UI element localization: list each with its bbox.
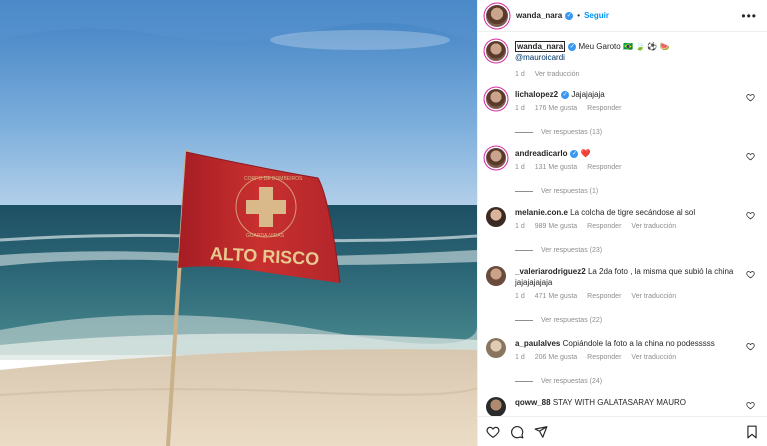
commenter-avatar[interactable] [486, 148, 506, 168]
translate-button[interactable]: Ver traducción [631, 291, 676, 302]
commenter-username[interactable]: melanie.con.e [515, 208, 568, 217]
comment-text: ❤️ [580, 149, 591, 158]
verified-icon: ✓ [568, 42, 577, 51]
comment-item: lichalopez2 ✓ Jajajajaja 1 d 176 Me gusta R… [486, 89, 759, 138]
view-replies-button[interactable]: Ver respuestas (1) [515, 186, 759, 197]
verified-icon: ✓ [561, 90, 570, 99]
author-username[interactable]: wanda_nara [516, 11, 562, 20]
view-replies-label: Ver respuestas (22) [541, 317, 603, 324]
flag-arc-bottom: GUARDA-VIDAS [246, 233, 285, 239]
beach-flag-image: CORPO DE BOMBEIROS GUARDA-VIDAS ALTO RIS… [0, 0, 477, 446]
comment-text: La colcha de tigre secándose al sol [570, 208, 696, 217]
comment-text: STAY WITH GALATASARAY MAURO [552, 398, 687, 407]
caption-translate[interactable]: Ver traducción [535, 69, 580, 80]
commenter-username[interactable]: lichalopez2 [515, 90, 558, 99]
caption-username[interactable]: wanda_nara [515, 41, 566, 52]
commenter-username[interactable]: qoww_88 [515, 398, 551, 407]
commenter-avatar[interactable] [486, 397, 506, 416]
comment-time: 1 d [515, 354, 525, 361]
commenter-username[interactable]: andreadicarlo [515, 149, 567, 158]
view-replies-label: Ver respuestas (24) [541, 378, 603, 385]
comment-item: qoww_88 STAY WITH GALATASARAY MAURO [486, 397, 759, 416]
comments-scroll[interactable]: wanda_nara ✓ Meu Garoto 🇧🇷 🍃 ⚽ 🍉 @mauroic… [478, 33, 767, 416]
like-comment-icon[interactable] [746, 93, 755, 102]
view-replies-button[interactable]: Ver respuestas (23) [515, 245, 759, 256]
comment-time: 1 d [515, 223, 525, 230]
comment-likes[interactable]: 989 Me gusta [535, 221, 577, 232]
caption-time: 1 d [515, 71, 525, 78]
commenter-avatar[interactable] [486, 266, 506, 286]
post-sidebar: wanda_nara ✓ • Seguir ••• wanda_nara ✓ Me… [477, 0, 767, 446]
reply-button[interactable]: Responder [587, 162, 621, 173]
comment-icon[interactable] [510, 425, 524, 439]
comment-likes[interactable]: 206 Me gusta [535, 352, 577, 363]
comment-time: 1 d [515, 105, 525, 112]
save-icon[interactable] [745, 425, 759, 439]
comment-text: Copiándole la foto a la china no podesss… [562, 339, 715, 348]
like-comment-icon[interactable] [746, 270, 755, 279]
separator-dot: • [577, 11, 581, 20]
reply-button[interactable]: Responder [587, 221, 621, 232]
commenter-username[interactable]: a_paulalves [515, 339, 560, 348]
caption-avatar[interactable] [486, 41, 506, 61]
reply-button[interactable]: Responder [587, 103, 621, 114]
share-icon[interactable] [534, 425, 548, 439]
comment-likes[interactable]: 471 Me gusta [535, 291, 577, 302]
view-replies-button[interactable]: Ver respuestas (13) [515, 127, 759, 138]
view-replies-label: Ver respuestas (23) [541, 247, 603, 254]
commenter-avatar[interactable] [486, 338, 506, 358]
commenter-avatar[interactable] [486, 207, 506, 227]
verified-icon: ✓ [565, 11, 574, 20]
caption: wanda_nara ✓ Meu Garoto 🇧🇷 🍃 ⚽ 🍉 @mauroic… [486, 41, 759, 80]
like-comment-icon[interactable] [746, 342, 755, 351]
comment-item: melanie.con.e La colcha de tigre secándo… [486, 207, 759, 256]
caption-text: Meu Garoto 🇧🇷 🍃 ⚽ 🍉 [578, 42, 670, 51]
comment-time: 1 d [515, 164, 525, 171]
comment-likes[interactable]: 131 Me gusta [535, 162, 577, 173]
view-replies-label: Ver respuestas (1) [541, 188, 599, 195]
comment-item: andreadicarlo ✓ ❤️ 1 d 131 Me gusta Respond… [486, 148, 759, 197]
comment-text: Jajajajaja [571, 90, 605, 99]
verified-icon: ✓ [570, 149, 579, 158]
like-comment-icon[interactable] [746, 401, 755, 410]
flag-arc-top: CORPO DE BOMBEIROS [244, 176, 303, 182]
translate-button[interactable]: Ver traducción [631, 352, 676, 363]
author-avatar[interactable] [486, 4, 508, 27]
post-actions [478, 416, 767, 446]
view-replies-button[interactable]: Ver respuestas (22) [515, 315, 759, 326]
commenter-username[interactable]: _valeriarodriguez2 [515, 267, 586, 276]
post-header: wanda_nara ✓ • Seguir ••• [478, 0, 767, 32]
comment-item: _valeriarodriguez2 La 2da foto , la mism… [486, 266, 759, 326]
post-photo: CORPO DE BOMBEIROS GUARDA-VIDAS ALTO RIS… [0, 0, 477, 446]
view-replies-button[interactable]: Ver respuestas (24) [515, 376, 759, 387]
comment-likes[interactable]: 176 Me gusta [535, 103, 577, 114]
like-comment-icon[interactable] [746, 211, 755, 220]
commenter-avatar[interactable] [486, 89, 506, 109]
comment-time: 1 d [515, 293, 525, 300]
view-replies-label: Ver respuestas (13) [541, 129, 603, 136]
reply-button[interactable]: Responder [587, 291, 621, 302]
heart-icon[interactable] [486, 425, 500, 439]
reply-button[interactable]: Responder [587, 352, 621, 363]
follow-button[interactable]: Seguir [584, 11, 609, 20]
more-icon[interactable]: ••• [741, 9, 757, 23]
comment-item: a_paulalves Copiándole la foto a la chin… [486, 338, 759, 387]
caption-mention[interactable]: @mauroicardi [515, 52, 759, 63]
like-comment-icon[interactable] [746, 152, 755, 161]
translate-button[interactable]: Ver traducción [631, 221, 676, 232]
